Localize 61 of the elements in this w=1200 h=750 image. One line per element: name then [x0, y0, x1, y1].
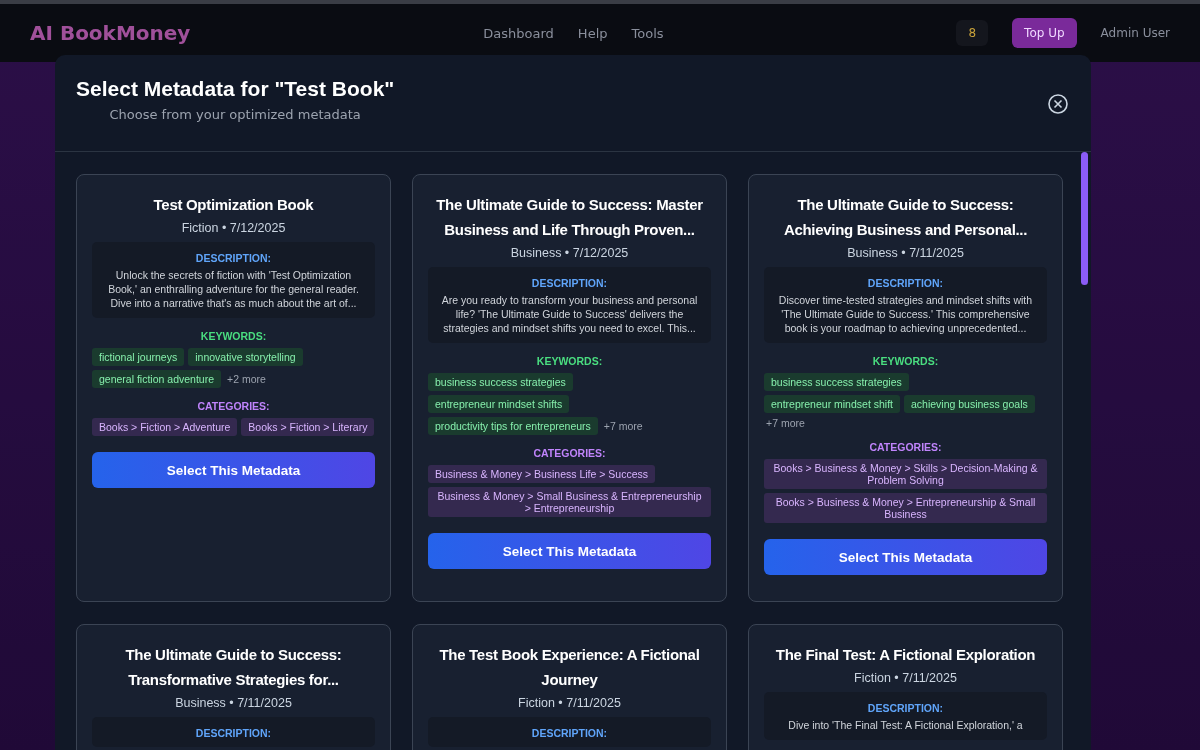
categories-label: CATEGORIES:	[869, 441, 942, 453]
close-button[interactable]	[1047, 93, 1069, 115]
card-title: The Ultimate Guide to Success: Achieving Business and Personal...	[782, 195, 1029, 240]
description-label: DESCRIPTION:	[867, 702, 944, 714]
select-metadata-button[interactable]: Select This Metadata	[764, 539, 1047, 575]
description-label: DESCRIPTION:	[531, 277, 608, 289]
select-metadata-button[interactable]: Select This Metadata	[92, 452, 375, 488]
card-meta: Fiction • 7/11/2025	[518, 696, 621, 710]
keyword-tag: entrepreneur mindset shift	[764, 395, 900, 413]
keyword-tag: achieving business goals	[904, 395, 1035, 413]
card-title: The Ultimate Guide to Success: Master Business and Life Through Proven...	[435, 195, 704, 240]
keyword-tag: general fiction adventure	[92, 370, 221, 388]
description-text: Discover time-tested strategies and mindset shifts with 'The Ultimate Guide to Success.' This comprehensive book is your roadmap to achieving unprecedented...	[777, 293, 1034, 335]
card-title: Test Optimization Book	[153, 195, 314, 215]
scrollbar-thumb[interactable]	[1081, 152, 1088, 285]
keywords-label: KEYWORDS:	[536, 355, 603, 367]
keyword-tag: innovative storytelling	[188, 348, 303, 366]
card-title: The Ultimate Guide to Success: Transformative Strategies for...	[124, 645, 343, 690]
close-icon	[1047, 93, 1069, 115]
modal-subtitle: Choose from your optimized metadata	[109, 107, 361, 122]
description-text: Dive into 'The Final Test: A Fictional Exploration,' a	[788, 718, 1023, 732]
card-meta: Business • 7/11/2025	[847, 246, 964, 260]
more-count: +7 more	[766, 417, 805, 429]
keyword-tag: entrepreneur mindset shifts	[428, 395, 570, 413]
card-meta: Business • 7/11/2025	[175, 696, 292, 710]
user-menu[interactable]: Admin User	[1100, 26, 1170, 40]
nav-link[interactable]: Dashboard	[483, 25, 554, 41]
nav-link[interactable]: Tools	[631, 25, 664, 41]
description-label: DESCRIPTION:	[195, 252, 272, 264]
card-title: The Final Test: A Fictional Exploration	[775, 645, 1036, 665]
description-label: DESCRIPTION:	[531, 727, 608, 739]
categories-label: CATEGORIES:	[533, 447, 606, 459]
card-meta: Business • 7/12/2025	[510, 246, 629, 260]
card-title: The Test Book Experience: A Fictional Journey	[438, 645, 701, 690]
top-up-button[interactable]: Top Up	[1012, 18, 1077, 48]
keywords-label: KEYWORDS:	[872, 355, 939, 367]
keyword-tag: business success strategies	[764, 373, 909, 391]
description-label: DESCRIPTION:	[195, 727, 272, 739]
category-tag: Books > Business & Money > Entrepreneurship & Small Business	[764, 493, 1047, 523]
more-count: +2 more	[227, 373, 266, 385]
categories-label: CATEGORIES:	[197, 400, 270, 412]
description-text: Unlock the secrets of fiction with 'Test Optimization Book,' an enthralling adventure for the general reader. Dive into a narrative that's as much about the art of...	[107, 268, 360, 310]
brand-logo: AI BookMoney	[30, 21, 191, 45]
description-text: Are you ready to transform your business and personal life? 'The Ultimate Guide to Success' delivers the strategies and mindset shifts you need to excel. This...	[440, 293, 699, 335]
keyword-tag: productivity tips for entrepreneurs	[428, 417, 598, 435]
keywords-label: KEYWORDS:	[200, 330, 267, 342]
nav-link[interactable]: Help	[577, 25, 608, 41]
category-tag: Books > Fiction > Literary	[241, 418, 375, 436]
card-meta: Fiction • 7/11/2025	[854, 671, 957, 685]
category-tag: Business & Money > Small Business & Entrepreneurship > Entrepreneurship	[428, 487, 711, 517]
card-meta: Fiction • 7/12/2025	[181, 221, 286, 235]
credits-badge: 8	[956, 20, 989, 46]
description-label: DESCRIPTION:	[867, 277, 944, 289]
more-count: +7 more	[603, 420, 643, 432]
category-tag: Business & Money > Business Life > Success	[428, 465, 656, 483]
select-metadata-button[interactable]: Select This Metadata	[428, 533, 711, 569]
category-tag: Books > Fiction > Adventure	[92, 418, 238, 436]
keyword-tag: fictional journeys	[92, 348, 185, 366]
keyword-tag: business success strategies	[428, 373, 573, 391]
category-tag: Books > Business & Money > Skills > Decision-Making & Problem Solving	[764, 459, 1047, 489]
modal-title: Select Metadata for "Test Book"	[76, 77, 395, 101]
